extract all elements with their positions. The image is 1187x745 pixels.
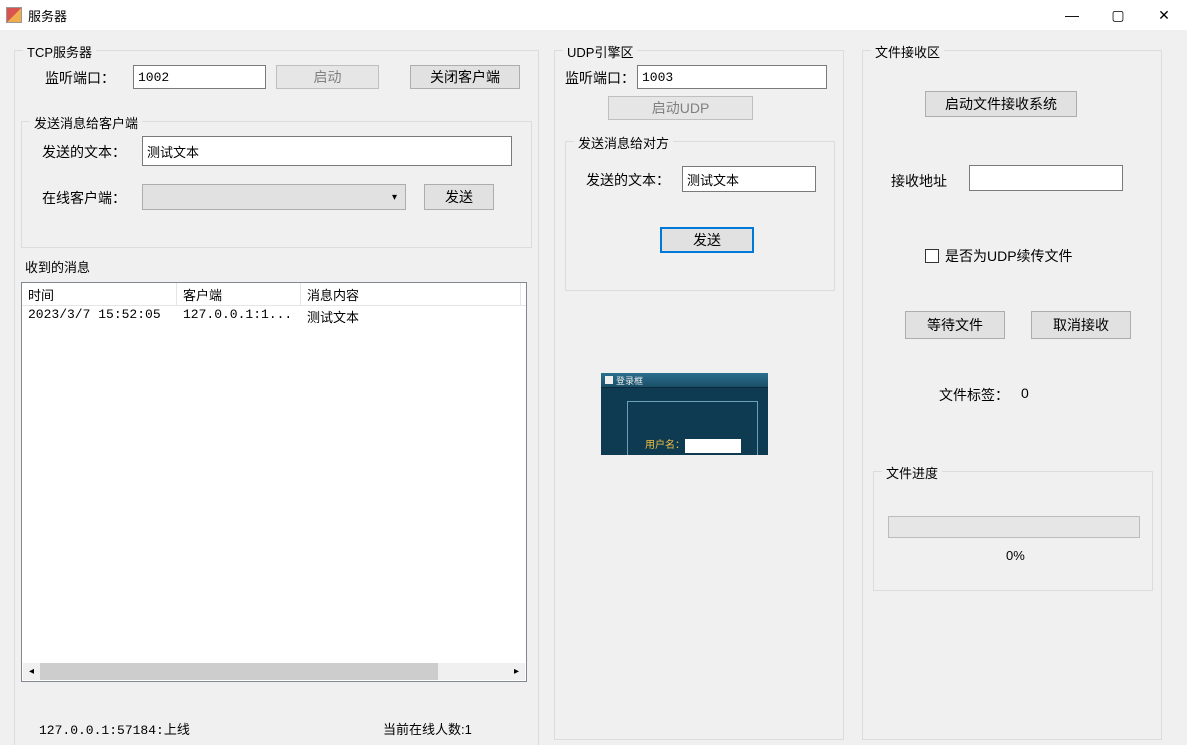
tcp-send-text-label: 发送的文本： bbox=[42, 142, 126, 162]
window-title: 服务器 bbox=[28, 6, 67, 25]
window-titlebar: 服务器 — ▢ ✕ bbox=[0, 0, 1187, 30]
file-wait-button[interactable]: 等待文件 bbox=[905, 311, 1005, 339]
thumb-user-field bbox=[685, 439, 741, 453]
group-file-progress-legend: 文件进度 bbox=[882, 463, 942, 482]
group-tcp-send-legend: 发送消息给客户端 bbox=[30, 113, 142, 132]
group-udp-send: 发送消息给对方 发送的文本： 发送 bbox=[565, 141, 835, 291]
close-icon: ✕ bbox=[1158, 7, 1170, 24]
file-recv-addr-input[interactable] bbox=[969, 165, 1123, 191]
cell-content: 测试文本 bbox=[301, 306, 521, 326]
udp-send-button[interactable]: 发送 bbox=[660, 227, 754, 253]
group-tcp-send: 发送消息给客户端 发送的文本： 在线客户端： ▾ 发送 bbox=[21, 121, 532, 248]
checkbox-box-icon bbox=[925, 249, 939, 263]
group-tcp-recv: 收到的消息 时间 客户端 消息内容 2023/3/7 15:52:05 127.… bbox=[21, 266, 532, 691]
file-cancel-button[interactable]: 取消接收 bbox=[1031, 311, 1131, 339]
group-udp-send-legend: 发送消息给对方 bbox=[574, 133, 673, 152]
group-udp-engine: UDP引擎区 监听端口： 启动UDP 发送消息给对方 发送的文本： 发送 登录框… bbox=[554, 50, 844, 740]
window-maximize-button[interactable]: ▢ bbox=[1095, 0, 1141, 30]
tcp-close-client-button[interactable]: 关闭客户端 bbox=[410, 65, 520, 89]
col-content[interactable]: 消息内容 bbox=[301, 283, 521, 305]
udp-start-button: 启动UDP bbox=[608, 96, 753, 120]
tcp-recv-listview[interactable]: 时间 客户端 消息内容 2023/3/7 15:52:05 127.0.0.1:… bbox=[21, 282, 527, 682]
thumb-user-label: 用户名： bbox=[645, 436, 685, 451]
app-icon bbox=[6, 7, 22, 23]
thumb-app-icon bbox=[605, 376, 613, 384]
listview-body: 2023/3/7 15:52:05 127.0.0.1:1... 测试文本 bbox=[22, 306, 526, 664]
table-row[interactable]: 2023/3/7 15:52:05 127.0.0.1:1... 测试文本 bbox=[22, 306, 526, 326]
udp-send-text-label: 发送的文本： bbox=[586, 170, 670, 190]
group-tcp-recv-legend: 收到的消息 bbox=[21, 257, 94, 276]
tcp-status-right: 当前在线人数:1 bbox=[383, 719, 472, 738]
file-tag-value: 0 bbox=[1021, 385, 1029, 401]
file-start-system-button[interactable]: 启动文件接收系统 bbox=[925, 91, 1077, 117]
file-tag-label: 文件标签： bbox=[939, 385, 1009, 405]
listview-header: 时间 客户端 消息内容 bbox=[22, 283, 526, 306]
tcp-start-button: 启动 bbox=[276, 65, 379, 89]
udp-send-text-input[interactable] bbox=[682, 166, 816, 192]
col-client[interactable]: 客户端 bbox=[177, 283, 301, 305]
file-udp-resume-label: 是否为UDP续传文件 bbox=[945, 246, 1073, 266]
file-recv-addr-label: 接收地址 bbox=[891, 171, 947, 191]
tcp-online-clients-combo[interactable]: ▾ bbox=[142, 184, 406, 210]
group-file-recv: 文件接收区 启动文件接收系统 接收地址 是否为UDP续传文件 等待文件 取消接收… bbox=[862, 50, 1162, 740]
col-time[interactable]: 时间 bbox=[22, 283, 177, 305]
udp-image-preview: 登录框 用户名： bbox=[601, 373, 768, 455]
tcp-send-text-input[interactable] bbox=[142, 136, 512, 166]
cell-client: 127.0.0.1:1... bbox=[177, 306, 301, 326]
file-progress-bar bbox=[888, 516, 1140, 538]
group-tcp-server: TCP服务器 监听端口： 启动 关闭客户端 发送消息给客户端 发送的文本： 在线… bbox=[14, 50, 539, 745]
tcp-send-button[interactable]: 发送 bbox=[424, 184, 494, 210]
chevron-down-icon: ▾ bbox=[392, 192, 397, 203]
file-progress-text: 0% bbox=[1006, 548, 1025, 563]
cell-time: 2023/3/7 15:52:05 bbox=[22, 306, 177, 326]
window-minimize-button[interactable]: — bbox=[1049, 0, 1095, 30]
minimize-icon: — bbox=[1065, 7, 1079, 23]
tcp-listen-port-input[interactable] bbox=[133, 65, 266, 89]
tcp-status-left: 127.0.0.1:57184:上线 bbox=[39, 719, 190, 738]
group-udp-engine-legend: UDP引擎区 bbox=[563, 42, 637, 61]
udp-listen-port-label: 监听端口： bbox=[565, 68, 635, 88]
group-tcp-server-legend: TCP服务器 bbox=[23, 42, 96, 61]
scroll-thumb[interactable] bbox=[40, 663, 438, 680]
window-close-button[interactable]: ✕ bbox=[1141, 0, 1187, 30]
maximize-icon: ▢ bbox=[1111, 7, 1124, 24]
scroll-right-icon[interactable]: ▸ bbox=[508, 663, 525, 680]
scroll-left-icon[interactable]: ◂ bbox=[23, 663, 40, 680]
listview-hscrollbar[interactable]: ◂ ▸ bbox=[23, 663, 525, 680]
tcp-listen-port-label: 监听端口： bbox=[45, 68, 115, 88]
group-file-progress: 文件进度 0% bbox=[873, 471, 1153, 591]
udp-listen-port-input[interactable] bbox=[637, 65, 827, 89]
file-udp-resume-checkbox[interactable]: 是否为UDP续传文件 bbox=[925, 246, 1073, 266]
group-file-recv-legend: 文件接收区 bbox=[871, 42, 944, 61]
thumb-title: 登录框 bbox=[616, 374, 643, 387]
tcp-online-clients-label: 在线客户端： bbox=[42, 188, 126, 208]
